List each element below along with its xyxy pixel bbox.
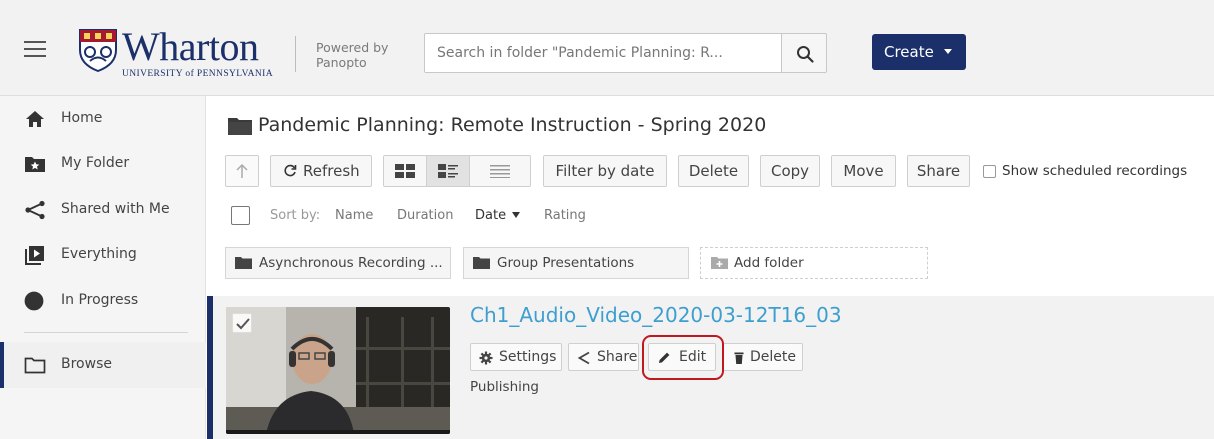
- add-folder-button[interactable]: Add folder: [700, 247, 928, 279]
- sort-date[interactable]: Date: [475, 208, 521, 223]
- sidebar-item-home[interactable]: Home: [0, 104, 206, 134]
- detail-view-icon: [438, 164, 458, 178]
- sidebar-item-my-folder[interactable]: My Folder: [0, 149, 206, 179]
- view-detail-button[interactable]: [426, 155, 470, 187]
- sidebar-item-everything[interactable]: Everything: [0, 240, 206, 270]
- subfolder-label: Asynchronous Recording ...: [259, 255, 443, 271]
- half-circle-icon: [24, 291, 44, 311]
- sort-date-label: Date: [475, 208, 507, 223]
- checkmark-icon: [236, 318, 250, 330]
- add-folder-icon: [711, 257, 728, 269]
- list-view-icon: [490, 165, 510, 178]
- sort-name[interactable]: Name: [335, 208, 373, 223]
- sidebar: Home My Folder Shared with Me Everything: [0, 96, 206, 439]
- select-all-checkbox[interactable]: [231, 206, 250, 225]
- show-scheduled-label: Show scheduled recordings: [1002, 163, 1188, 179]
- session-select-checkbox[interactable]: [232, 313, 252, 333]
- arrow-up-icon: [236, 163, 248, 178]
- refresh-icon: [284, 164, 297, 177]
- session-status: Publishing: [470, 379, 539, 395]
- gear-icon: [479, 351, 493, 365]
- share-icon: [577, 351, 590, 365]
- folder-icon: [473, 257, 490, 269]
- caret-down-icon: [944, 49, 952, 54]
- powered-by-panopto: Powered by Panopto: [316, 40, 388, 70]
- sidebar-divider: [24, 332, 188, 333]
- top-header: Wharton UNIVERSITY of PENNSYLVANIA Power…: [0, 0, 1214, 96]
- hamburger-menu-icon[interactable]: [24, 41, 46, 57]
- sidebar-item-in-progress[interactable]: In Progress: [0, 286, 206, 316]
- session-thumbnail[interactable]: [226, 307, 450, 434]
- sort-by-label: Sort by:: [270, 208, 321, 223]
- sidebar-item-label: Home: [61, 110, 103, 126]
- powered-line-1: Powered by: [316, 40, 389, 55]
- search-icon: [797, 46, 814, 63]
- logo-divider: [295, 36, 296, 72]
- page-title: Pandemic Planning: Remote Instruction - …: [258, 114, 767, 136]
- refresh-button[interactable]: Refresh: [270, 155, 372, 187]
- edit-label: Edit: [679, 349, 707, 365]
- star-folder-icon: [25, 157, 45, 172]
- subfolder-group-presentations[interactable]: Group Presentations: [463, 247, 689, 279]
- session-delete-button[interactable]: Delete: [723, 343, 803, 371]
- sidebar-item-label: In Progress: [61, 292, 139, 308]
- grid-view-icon: [395, 164, 415, 178]
- share-button[interactable]: Share: [907, 155, 970, 187]
- session-title-link[interactable]: Ch1_Audio_Video_2020-03-12T16_03: [470, 303, 842, 327]
- video-thumbnail-image: [226, 307, 450, 434]
- play-stack-icon: [25, 246, 44, 265]
- create-button[interactable]: Create: [872, 34, 966, 70]
- sidebar-item-browse[interactable]: Browse: [0, 350, 206, 380]
- search-button[interactable]: [781, 33, 827, 73]
- powered-line-2: Panopto: [316, 55, 367, 70]
- delete-button[interactable]: Delete: [678, 155, 749, 187]
- folder-icon: [228, 118, 252, 135]
- view-list-button[interactable]: [469, 155, 531, 187]
- session-share-button[interactable]: Share: [568, 343, 639, 371]
- subfolder-asynchronous-recording[interactable]: Asynchronous Recording ...: [225, 247, 451, 279]
- sidebar-item-label: Browse: [61, 356, 112, 372]
- folder-outline-icon: [24, 357, 46, 374]
- delete-label: Delete: [750, 349, 796, 365]
- home-icon: [26, 111, 44, 127]
- show-scheduled-checkbox[interactable]: [983, 165, 996, 178]
- pencil-icon: [659, 352, 670, 363]
- subfolder-label: Group Presentations: [497, 255, 635, 271]
- sort-rating[interactable]: Rating: [544, 208, 586, 223]
- view-tiles-button[interactable]: [383, 155, 427, 187]
- settings-label: Settings: [499, 349, 557, 365]
- session-settings-button[interactable]: Settings: [470, 343, 562, 371]
- filter-by-date-button[interactable]: Filter by date: [543, 155, 667, 187]
- add-folder-label: Add folder: [734, 255, 804, 271]
- refresh-label: Refresh: [303, 162, 360, 180]
- logo-wordmark: Wharton: [122, 24, 259, 69]
- caret-down-icon: [512, 212, 521, 218]
- sidebar-item-shared-with-me[interactable]: Shared with Me: [0, 195, 206, 225]
- sort-duration[interactable]: Duration: [397, 208, 453, 223]
- sidebar-item-label: Everything: [61, 246, 137, 262]
- sidebar-item-label: Shared with Me: [61, 201, 170, 217]
- trash-icon: [734, 352, 744, 364]
- penn-shield-icon: [79, 29, 117, 72]
- logo-subtitle: UNIVERSITY of PENNSYLVANIA: [122, 69, 273, 79]
- wharton-logo[interactable]: Wharton UNIVERSITY of PENNSYLVANIA: [78, 24, 278, 80]
- move-button[interactable]: Move: [831, 155, 896, 187]
- create-label: Create: [884, 43, 934, 61]
- up-folder-button[interactable]: [225, 155, 259, 187]
- session-edit-button[interactable]: Edit: [648, 343, 716, 371]
- copy-button[interactable]: Copy: [760, 155, 820, 187]
- share-label: Share: [597, 349, 638, 365]
- folder-icon: [235, 257, 252, 269]
- share-icon: [25, 200, 45, 220]
- search-input[interactable]: Search in folder "Pandemic Planning: R..…: [424, 33, 782, 73]
- sidebar-item-label: My Folder: [61, 155, 130, 171]
